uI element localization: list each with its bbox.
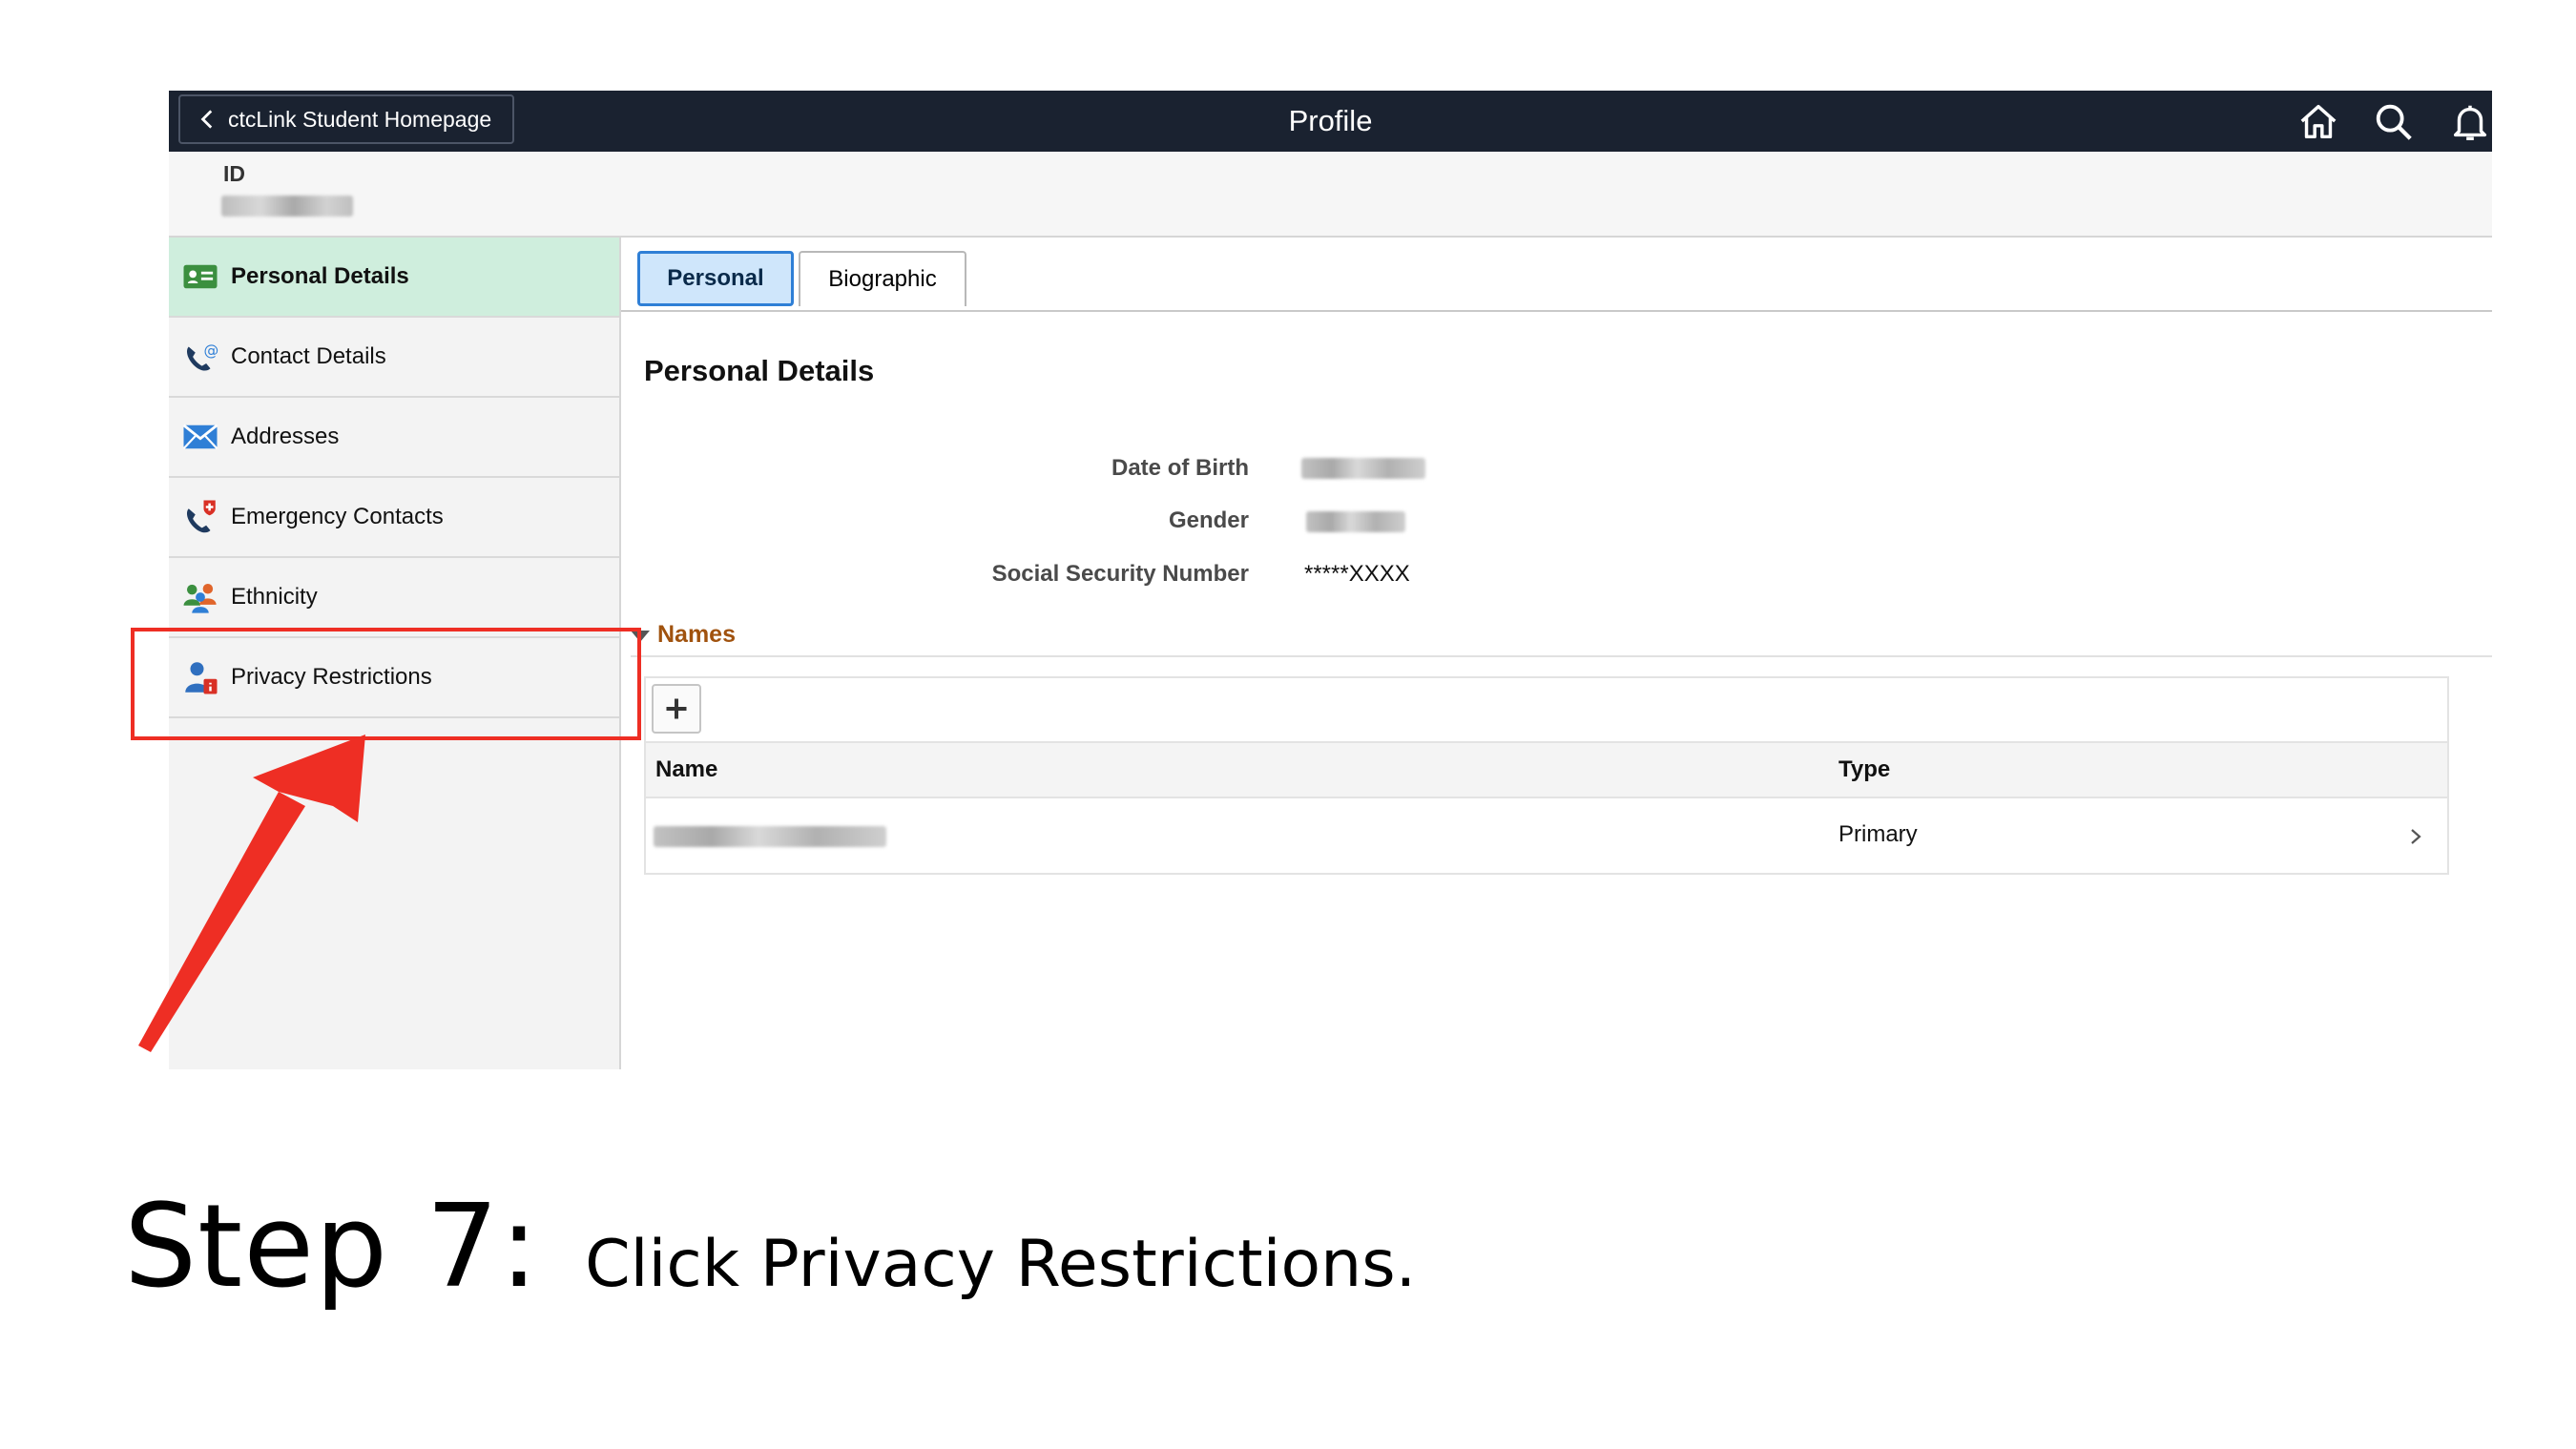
search-icon[interactable] bbox=[2372, 100, 2416, 144]
profile-app-window: ctcLink Student Homepage Profile ID Pers… bbox=[169, 91, 2492, 1069]
name-value-redacted bbox=[654, 826, 886, 847]
step-caption: Step 7: Click Privacy Restrictions. bbox=[124, 1181, 1416, 1324]
gender-label: Gender bbox=[1168, 507, 1249, 533]
home-icon[interactable] bbox=[2296, 100, 2340, 144]
names-grid: Name Type Primary bbox=[644, 676, 2449, 875]
tab-biographic[interactable]: Biographic bbox=[799, 251, 966, 306]
table-row[interactable]: Primary bbox=[646, 798, 2447, 875]
sidebar-item-personal-details[interactable]: Personal Details bbox=[169, 238, 619, 318]
gender-value-redacted bbox=[1306, 511, 1405, 532]
step-instruction: Click Privacy Restrictions. bbox=[585, 1227, 1417, 1302]
ssn-value: *****XXXX bbox=[1304, 561, 1410, 587]
sidebar-item-label: Ethnicity bbox=[231, 584, 318, 610]
column-header-type: Type bbox=[1839, 756, 1891, 782]
names-section-header[interactable]: Names bbox=[631, 621, 2492, 657]
ssn-label: Social Security Number bbox=[991, 561, 1249, 587]
names-grid-header: Name Type bbox=[646, 741, 2447, 798]
envelope-icon bbox=[180, 417, 220, 457]
tab-bar: Personal Biographic bbox=[621, 238, 2492, 312]
highlight-box bbox=[131, 628, 641, 740]
sidebar-item-ethnicity[interactable]: Ethnicity bbox=[169, 558, 619, 638]
sidebar-item-contact-details[interactable]: @ Contact Details bbox=[169, 318, 619, 398]
sidebar-item-label: Emergency Contacts bbox=[231, 504, 444, 529]
sidebar-item-label: Addresses bbox=[231, 424, 340, 449]
sidebar-item-label: Contact Details bbox=[231, 343, 386, 369]
people-group-icon bbox=[180, 577, 220, 617]
svg-text:@: @ bbox=[204, 341, 219, 359]
date-of-birth-label: Date of Birth bbox=[1111, 455, 1249, 481]
back-to-homepage-button[interactable]: ctcLink Student Homepage bbox=[178, 94, 515, 144]
chevron-right-icon bbox=[2411, 829, 2421, 844]
sidebar-item-label: Personal Details bbox=[231, 263, 409, 289]
plus-icon bbox=[666, 698, 687, 719]
step-number: Step 7: bbox=[124, 1181, 540, 1314]
id-value-redacted bbox=[221, 196, 353, 217]
add-name-button[interactable] bbox=[652, 684, 701, 734]
personal-details-icon bbox=[180, 257, 220, 297]
sidebar-item-emergency-contacts[interactable]: Emergency Contacts bbox=[169, 478, 619, 558]
row-type-value: Primary bbox=[1839, 821, 1918, 847]
column-header-name: Name bbox=[655, 756, 718, 782]
contact-phone-icon: @ bbox=[180, 337, 220, 377]
names-section-label: Names bbox=[657, 621, 736, 648]
section-title: Personal Details bbox=[644, 354, 875, 387]
emergency-phone-icon bbox=[180, 497, 220, 537]
id-label: ID bbox=[223, 161, 245, 186]
chevron-left-icon bbox=[200, 110, 213, 129]
notification-bell-icon[interactable] bbox=[2448, 100, 2492, 144]
student-id-bar: ID bbox=[169, 152, 2492, 238]
main-content: Personal Biographic Personal Details Dat… bbox=[621, 238, 2492, 1069]
date-of-birth-value-redacted bbox=[1301, 458, 1425, 479]
sidebar-item-addresses[interactable]: Addresses bbox=[169, 398, 619, 478]
back-button-label: ctcLink Student Homepage bbox=[228, 106, 492, 132]
page-title: Profile bbox=[1288, 104, 1373, 137]
top-navigation-bar: ctcLink Student Homepage Profile bbox=[169, 91, 2492, 152]
tab-personal[interactable]: Personal bbox=[637, 251, 794, 306]
